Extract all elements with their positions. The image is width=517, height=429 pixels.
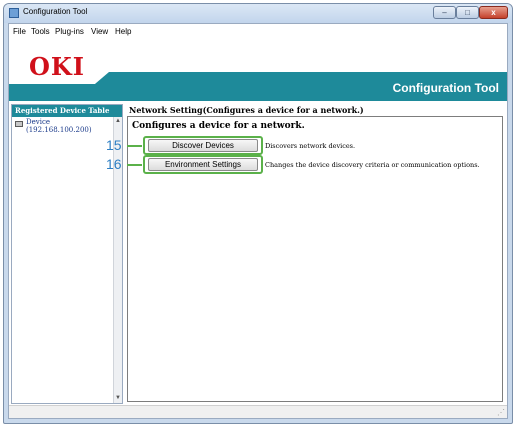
device-name[interactable]: Device (26, 118, 50, 126)
app-title: Configuration Tool (392, 81, 499, 95)
network-setting-panel: Network Setting(Configures a device for … (106, 104, 505, 404)
environment-settings-button[interactable]: Environment Settings (148, 158, 258, 171)
callout-15-line (127, 145, 142, 147)
device-table-header: Registered Device Table (12, 105, 122, 117)
menu-bar: File Tools Plug-ins View Help (9, 24, 507, 38)
printer-icon (15, 121, 23, 127)
menu-tools[interactable]: Tools (31, 27, 50, 36)
menu-help[interactable]: Help (115, 27, 131, 36)
device-address[interactable]: (192.168.100.200) (26, 126, 92, 134)
callout-16-line (127, 164, 142, 166)
discover-devices-button[interactable]: Discover Devices (148, 139, 258, 152)
menu-view[interactable]: View (91, 27, 108, 36)
callout-15: 15 (106, 137, 122, 153)
network-setting-title: Network Setting(Configures a device for … (129, 105, 364, 115)
network-heading: Configures a device for a network. (132, 121, 305, 131)
resize-grip-icon[interactable]: ⋰ (497, 408, 505, 417)
environment-settings-description: Changes the device discovery criteria or… (265, 161, 480, 169)
callout-16: 16 (106, 156, 122, 172)
discover-devices-description: Discovers network devices. (265, 142, 356, 150)
maximize-button[interactable]: □ (456, 6, 479, 19)
scroll-up-icon[interactable]: ▲ (114, 117, 122, 126)
menu-file[interactable]: File (13, 27, 26, 36)
minimize-button[interactable]: – (433, 6, 456, 19)
window-title: Configuration Tool (23, 7, 88, 16)
application-window: Configuration Tool – □ x File Tools Plug… (3, 3, 513, 424)
scroll-down-icon[interactable]: ▼ (114, 394, 122, 403)
client-area: File Tools Plug-ins View Help OKI Config… (8, 23, 508, 419)
status-bar: ⋰ (9, 405, 507, 418)
network-content-box: Configures a device for a network. Disco… (127, 116, 503, 402)
app-icon (9, 8, 19, 18)
brand-banner: OKI Configuration Tool (9, 38, 507, 101)
menu-plug-ins[interactable]: Plug-ins (55, 27, 84, 36)
close-button[interactable]: x (479, 6, 508, 19)
title-bar[interactable]: Configuration Tool – □ x (4, 4, 512, 23)
